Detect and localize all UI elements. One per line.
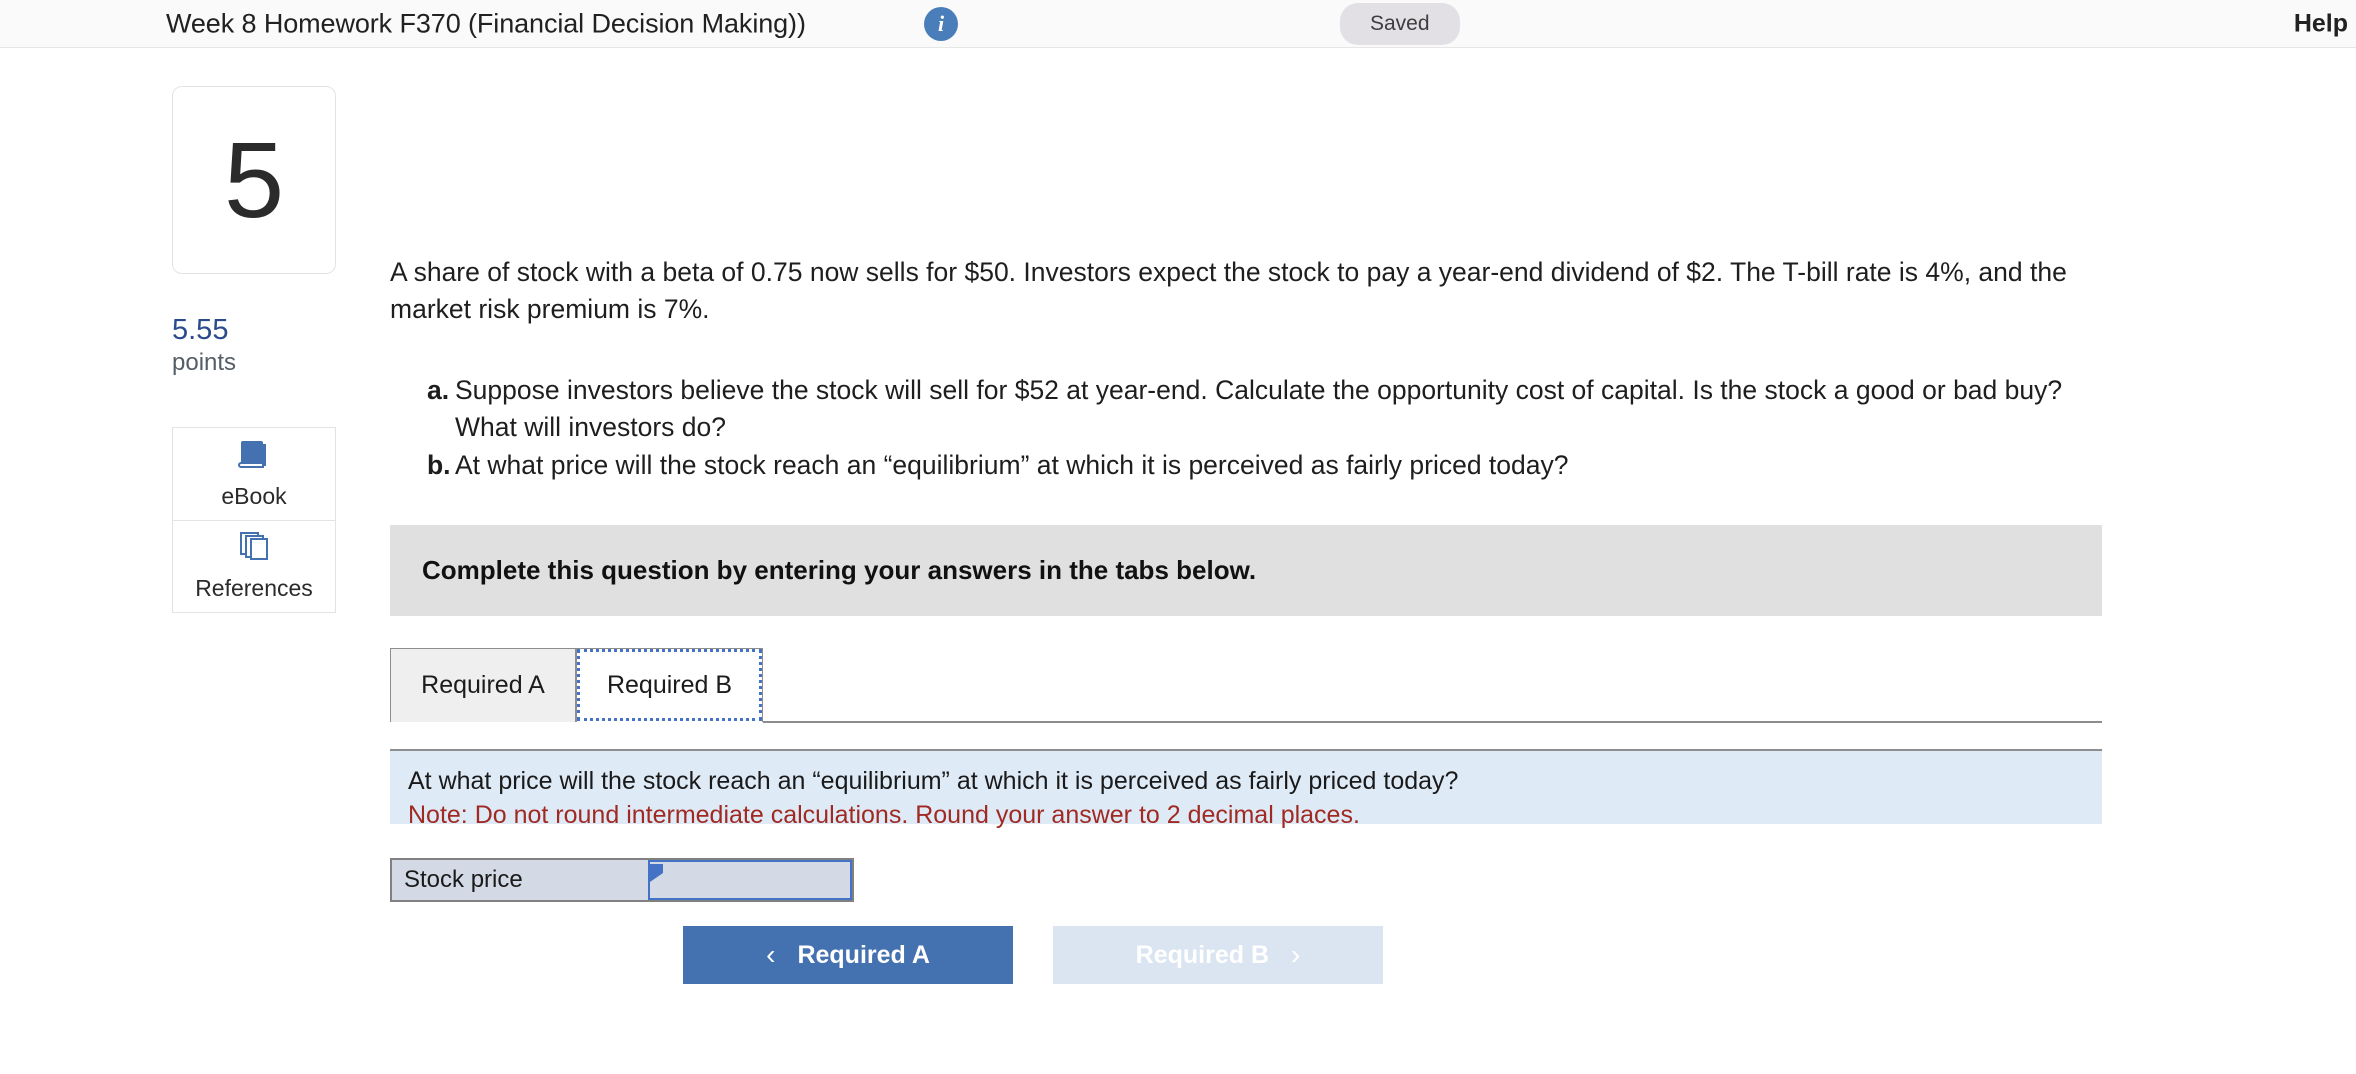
page-title: Week 8 Homework F370 (Financial Decision…: [166, 8, 806, 38]
help-link[interactable]: Help: [2294, 9, 2348, 38]
answer-input-cell[interactable]: [648, 860, 852, 900]
instruction-bar: Complete this question by entering your …: [390, 525, 2102, 616]
tab-required-a[interactable]: Required A: [390, 648, 576, 722]
question-stem: A share of stock with a beta of 0.75 now…: [390, 257, 2067, 324]
app-header: Week 8 Homework F370 (Financial Decision…: [0, 0, 2356, 48]
ebook-icon: [237, 438, 271, 475]
prev-required-a-button[interactable]: ‹ Required A: [683, 926, 1013, 984]
tool-panel: eBook References: [172, 426, 336, 613]
question-part-b: b. At what price will the stock reach an…: [427, 447, 2102, 484]
info-icon[interactable]: i: [924, 6, 958, 41]
tab-navigation: ‹ Required A Required B ›: [683, 926, 1383, 984]
requirement-tabs: Required A Required B: [390, 648, 2102, 749]
chevron-right-icon: ›: [1291, 939, 1301, 970]
answer-row-label: Stock price: [392, 860, 648, 900]
question-rail: 5 5.55 points eBook References: [172, 86, 336, 613]
question-number: 5: [223, 119, 285, 240]
part-b-marker: b.: [427, 450, 451, 481]
question-parts: a. Suppose investors believe the stock w…: [427, 372, 2102, 486]
part-b-text: At what price will the stock reach an “e…: [455, 450, 1569, 481]
points-value: 5.55: [172, 314, 229, 346]
chevron-left-icon: ‹: [766, 939, 776, 970]
caret-marker-icon: [650, 864, 663, 882]
answer-prompt-text: At what price will the stock reach an “e…: [408, 767, 1459, 795]
next-required-b-button: Required B ›: [1053, 926, 1383, 984]
ebook-button[interactable]: eBook: [173, 428, 335, 520]
status-badge-saved: Saved: [1340, 2, 1460, 45]
part-a-marker: a.: [427, 375, 450, 405]
tab-underline: [763, 721, 2102, 723]
references-icon: [237, 530, 271, 567]
question-number-box: 5: [172, 86, 336, 274]
references-button[interactable]: References: [173, 519, 335, 612]
ebook-label: eBook: [221, 482, 287, 509]
stock-price-input[interactable]: [650, 862, 850, 898]
answer-note-text: Note: Do not round intermediate calculat…: [408, 800, 1360, 829]
question-part-a: a. Suppose investors believe the stock w…: [427, 372, 2102, 445]
references-label: References: [195, 575, 313, 602]
answer-table: Stock price: [390, 858, 854, 902]
tab-required-b[interactable]: Required B: [576, 648, 763, 722]
part-a-text: Suppose investors believe the stock will…: [455, 375, 2063, 442]
next-button-label: Required B: [1135, 940, 1270, 969]
page-body: 5 5.55 points eBook References A share o…: [0, 48, 2356, 1074]
points-label: points: [172, 349, 237, 377]
instruction-text: Complete this question by entering your …: [422, 555, 1257, 585]
answer-prompt-panel: At what price will the stock reach an “e…: [390, 749, 2102, 829]
prev-button-label: Required A: [797, 940, 930, 969]
